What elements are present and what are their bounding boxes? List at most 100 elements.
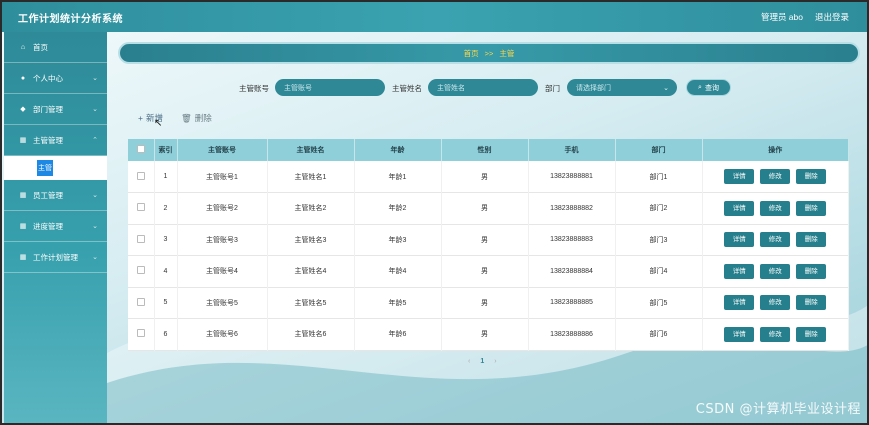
select-all-checkbox[interactable] [136,145,145,153]
delete-button[interactable]: 删除 [796,326,827,342]
cell-account: 主管账号5 [177,287,268,319]
chevron-down-icon: ⌄ [663,84,669,92]
delete-button[interactable]: 删除 [796,200,827,216]
row-checkbox[interactable] [136,266,145,275]
search-icon: ⌕ [698,83,702,91]
row-actions: 详情 修改 删除 [702,161,849,193]
sidebar-item-workplan[interactable]: ▦ 工作计划管理 ⌄ [4,242,107,273]
supervisor-table: 索引 主管账号 主管姓名 年龄 性别 手机 部门 操作 1 主管账号1 主管姓名1 年… [128,139,849,351]
prev-page-button[interactable]: ‹ [468,358,470,365]
cell-gender: 男 [441,224,529,256]
row-select-cell [128,287,155,319]
cell-gender: 男 [441,287,529,319]
pagination: ‹ 1 › [468,358,497,365]
row-select-cell [128,224,155,256]
logout-link[interactable]: 退出登录 [815,11,849,23]
app-frame: 工作计划统计分析系统 管理员 abo 退出登录 ⌂ 首页 ● 个人中心 ⌄ ◆ … [0,0,869,425]
column-header: 手机 [528,139,616,161]
cell-idx: 5 [154,287,178,319]
cell-age: 年龄4 [354,255,442,287]
delete-button[interactable]: 删除 [796,169,827,184]
column-header: 主管姓名 [267,139,355,161]
row-checkbox[interactable] [136,234,145,243]
row-checkbox[interactable] [136,297,145,306]
cell-account: 主管账号1 [177,161,268,193]
detail-button[interactable]: 详情 [724,169,755,184]
column-header: 操作 [702,139,849,161]
sidebar-item-department[interactable]: ◆ 部门管理 ⌄ [4,94,107,125]
detail-button[interactable]: 详情 [724,295,755,311]
top-bar: 工作计划统计分析系统 管理员 abo 退出登录 [2,2,867,32]
column-header: 年龄 [354,139,442,161]
cell-name: 主管姓名3 [267,224,355,256]
cell-phone: 13823888883 [528,224,616,256]
detail-button[interactable]: 详情 [724,200,755,216]
sidebar-item-supervisor[interactable]: ▦ 主管管理 ⌃ [4,125,107,156]
account-search-input[interactable]: 主管账号 [275,79,385,96]
delete-button[interactable]: 删除 [796,295,827,311]
detail-button[interactable]: 详情 [724,326,755,342]
delete-button[interactable]: 删除 [796,232,827,248]
department-select[interactable]: 请选择部门 ⌄ [567,79,677,96]
column-header: 主管账号 [177,139,268,161]
cell-gender: 男 [441,318,529,350]
name-search-input[interactable]: 主管姓名 [428,79,538,96]
sidebar-item-employee[interactable]: ▦ 员工管理 ⌄ [4,180,107,211]
cell-account: 主管账号3 [177,224,268,256]
column-header: 性别 [441,139,529,161]
cell-dept: 部门3 [615,224,703,256]
row-checkbox[interactable] [136,329,145,338]
cell-idx: 3 [154,224,178,256]
batch-delete-button[interactable]: 🗑 删除 [181,112,212,124]
cell-phone: 13823888885 [528,287,616,319]
sidebar-item-label: 进度管理 [33,221,63,231]
table-row: 5 主管账号5 主管姓名5 年龄5 男 13823888885 部门5 详情 修改 删除 [128,287,849,319]
sidebar-subitem-supervisor[interactable]: 主管 [37,160,53,176]
cell-account: 主管账号2 [177,192,268,224]
mouse-pointer-icon: ↖ [154,118,163,129]
breadcrumb-home[interactable]: 首页 [464,48,479,59]
cell-idx: 2 [154,192,178,224]
detail-button[interactable]: 详情 [724,263,755,279]
cell-name: 主管姓名1 [267,161,355,193]
cell-name: 主管姓名6 [267,318,355,350]
row-checkbox[interactable] [136,171,145,180]
sidebar-item-label: 部门管理 [33,104,63,114]
edit-button[interactable]: 修改 [760,326,791,342]
cell-dept: 部门5 [615,287,703,319]
cell-idx: 6 [154,318,178,350]
sidebar-item-home[interactable]: ⌂ 首页 [4,32,107,63]
grid-icon: ▦ [19,137,27,144]
edit-button[interactable]: 修改 [760,295,791,311]
current-user[interactable]: 管理员 abo [761,11,803,23]
chevron-up-icon: ⌃ [92,137,98,144]
delete-button[interactable]: 删除 [796,263,827,279]
table-row: 3 主管账号3 主管姓名3 年龄3 男 13823888883 部门3 详情 修改 删除 [128,224,849,256]
pin-icon: ◆ [20,106,26,113]
edit-button[interactable]: 修改 [760,232,791,248]
cell-phone: 13823888882 [528,192,616,224]
grid-icon: ▦ [19,223,27,230]
row-select-cell [128,161,155,193]
search-bar: 主管账号 主管账号 主管姓名 主管姓名 部门 请选择部门 ⌄ ⌕ 查询 [2,79,867,96]
table-row: 1 主管账号1 主管姓名1 年龄1 男 13823888881 部门1 详情 修改 删除 [128,161,849,193]
cell-age: 年龄3 [354,224,442,256]
search-button[interactable]: ⌕ 查询 [686,79,731,96]
cell-age: 年龄6 [354,318,442,350]
detail-button[interactable]: 详情 [724,232,755,248]
watermark: CSDN @计算机毕业设计程 [695,402,861,417]
breadcrumb-separator: >> [484,48,494,58]
breadcrumb-current: 主管 [499,48,515,58]
select-all-cell [128,139,155,161]
row-select-cell [128,192,155,224]
cell-name: 主管姓名5 [267,287,355,319]
action-toolbar: + 新增 🗑 删除 [138,112,212,124]
sidebar-item-progress[interactable]: ▦ 进度管理 ⌄ [4,211,107,242]
edit-button[interactable]: 修改 [760,200,791,216]
next-page-button[interactable]: › [494,358,496,365]
row-checkbox[interactable] [136,203,145,212]
table-header-row: 索引 主管账号 主管姓名 年龄 性别 手机 部门 操作 [128,139,849,161]
edit-button[interactable]: 修改 [760,169,791,184]
edit-button[interactable]: 修改 [760,263,791,279]
page-number-current[interactable]: 1 [480,358,484,365]
